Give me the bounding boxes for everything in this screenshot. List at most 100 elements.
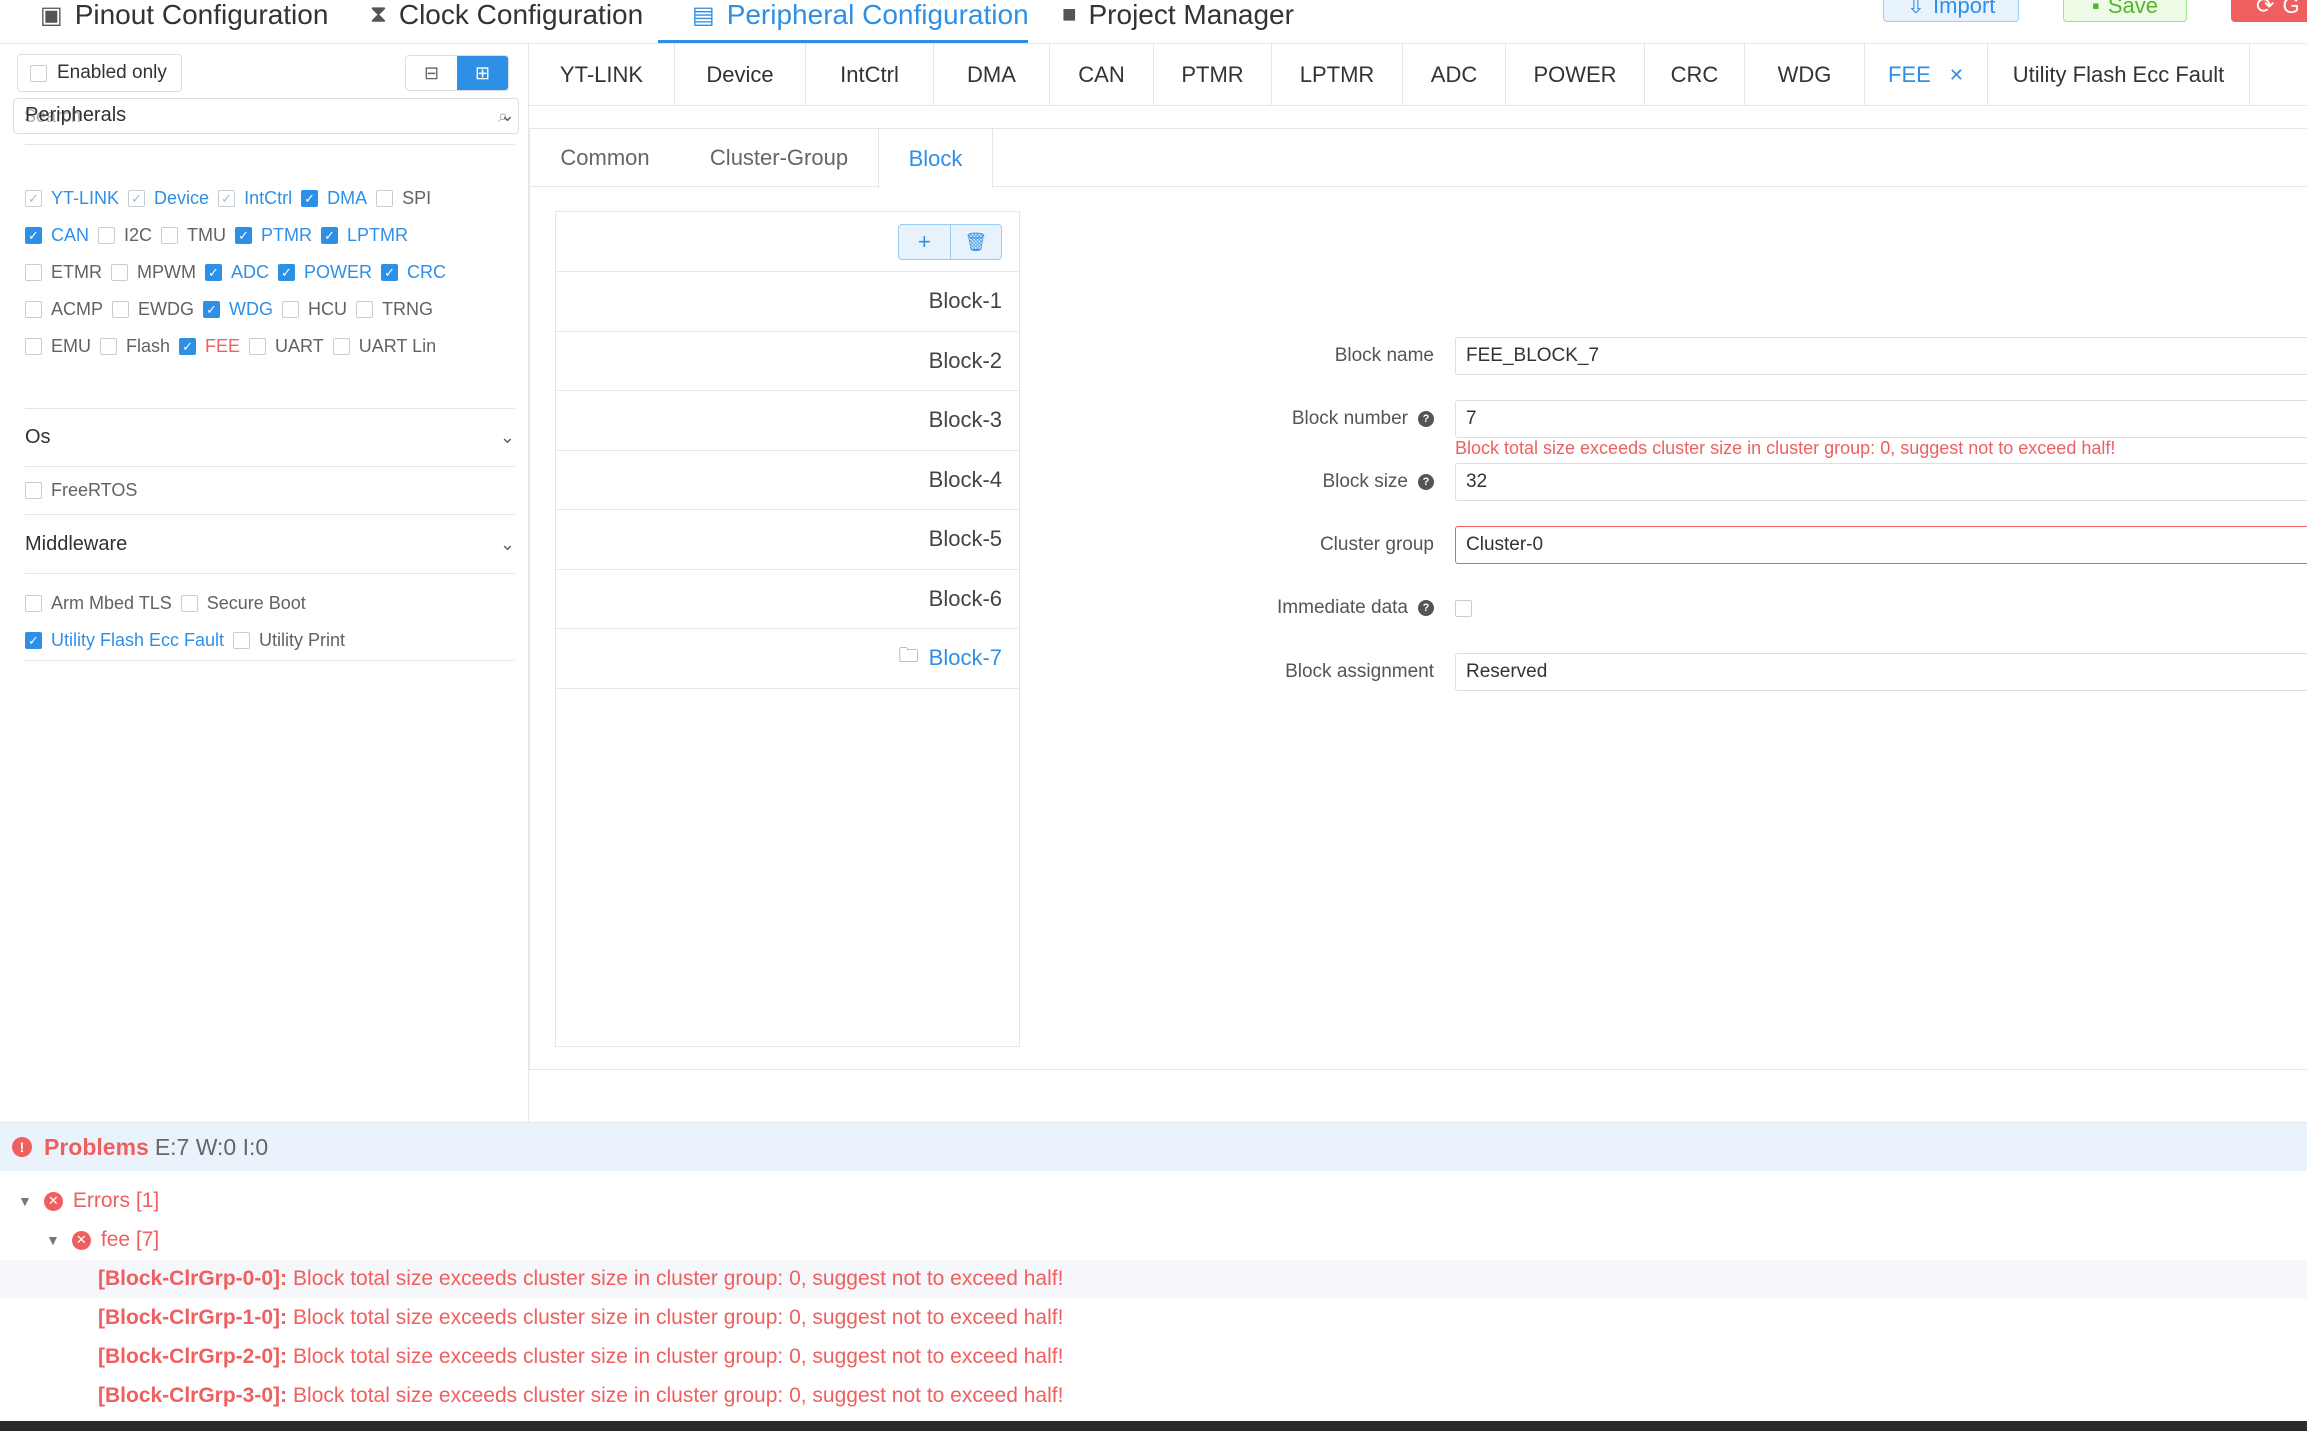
peripherals-section-header[interactable]: Peripherals ⌄	[25, 95, 515, 135]
tab-adc[interactable]: ADC	[1403, 44, 1506, 106]
module-label: HCU	[308, 298, 348, 319]
nav-tab-peripheral[interactable]: ▤ Peripheral Configuration	[692, 0, 1029, 44]
errors-tree-node[interactable]: ▼ ✕ Errors [1]	[18, 1182, 159, 1220]
subtab-block[interactable]: Block	[878, 129, 993, 188]
help-icon[interactable]: ?	[1418, 474, 1434, 490]
block-size-input[interactable]: 32	[1455, 463, 2307, 501]
module-checkbox-wdg[interactable]: ✓ WDG	[203, 299, 273, 320]
block-list-item[interactable]: Block-5	[556, 510, 1019, 570]
module-checkbox-uart-lin[interactable]: UART Lin	[332, 336, 436, 357]
module-checkbox-yt-link[interactable]: ✓ YT-LINK	[25, 188, 119, 209]
block-list-item[interactable]: Block-1	[556, 272, 1019, 332]
module-checkbox-i2c[interactable]: I2C	[98, 225, 152, 246]
block-items: Block-1 Block-2 Block-3 Block-4 Block-5 Block…	[556, 272, 1019, 689]
help-icon[interactable]: ?	[1418, 600, 1434, 616]
tab-crc[interactable]: CRC	[1645, 44, 1745, 106]
module-checkbox-power[interactable]: ✓ POWER	[278, 262, 372, 283]
tab-yt-link[interactable]: YT-LINK	[529, 44, 675, 106]
nav-tab-project[interactable]: ■ Project Manager	[1062, 0, 1294, 44]
os-section-header[interactable]: Os ⌄	[25, 417, 515, 457]
module-label: FreeRTOS	[51, 479, 138, 500]
middleware-section-header[interactable]: Middleware ⌄	[25, 524, 515, 564]
module-checkbox-freertos[interactable]: FreeRTOS	[25, 480, 137, 501]
problems-header[interactable]: ! Problems E:7 W:0 I:0	[0, 1123, 2307, 1171]
module-checkbox-lptmr[interactable]: ✓ LPTMR	[321, 225, 408, 246]
close-icon[interactable]: ✕	[1949, 65, 1964, 86]
module-checkbox-device[interactable]: ✓ Device	[128, 188, 209, 209]
immediate-data-checkbox[interactable]	[1455, 599, 1472, 617]
checkbox-icon	[233, 631, 251, 649]
help-icon[interactable]: ?	[1418, 411, 1434, 427]
module-checkbox-ewdg[interactable]: EWDG	[112, 299, 194, 320]
collapse-view-button[interactable]: ⊟	[406, 56, 457, 90]
module-checkbox-hcu[interactable]: HCU	[282, 299, 347, 320]
tab-can[interactable]: CAN	[1050, 44, 1154, 106]
module-checkbox-can[interactable]: ✓ CAN	[25, 225, 89, 246]
nav-tab-pinout[interactable]: ▣ Pinout Configuration	[40, 0, 328, 44]
module-checkbox-tmu[interactable]: TMU	[161, 225, 226, 246]
module-checkbox-flash[interactable]: Flash	[100, 336, 170, 357]
tab-label: LPTMR	[1299, 62, 1375, 87]
module-checkbox-adc[interactable]: ✓ ADC	[204, 262, 269, 283]
module-checkbox-arm-mbed-tls[interactable]: Arm Mbed TLS	[25, 593, 172, 614]
problem-item[interactable]: [Block-ClrGrp-2-0]: Block total size exce…	[0, 1338, 2307, 1376]
problem-item[interactable]: [Block-ClrGrp-3-0]: Block total size exce…	[0, 1377, 2307, 1415]
problem-item[interactable]: [Block-ClrGrp-0-0]: Block total size exce…	[0, 1260, 2307, 1298]
module-label: EMU	[51, 335, 91, 356]
block-name-input[interactable]: FEE_BLOCK_7	[1455, 337, 2307, 375]
module-checkbox-ptmr[interactable]: ✓ PTMR	[235, 225, 312, 246]
module-checkbox-trng[interactable]: TRNG	[356, 299, 433, 320]
module-checkbox-uart[interactable]: UART	[249, 336, 324, 357]
expand-view-button[interactable]: ⊞	[457, 56, 508, 90]
tab-power[interactable]: POWER	[1506, 44, 1645, 106]
module-checkbox-dma[interactable]: ✓ DMA	[301, 188, 367, 209]
generate-button[interactable]: ⟳ G	[2231, 0, 2307, 22]
module-checkbox-mpwm[interactable]: MPWM	[111, 262, 196, 283]
subtab-cluster-group[interactable]: Cluster-Group	[680, 129, 878, 187]
tab-fee[interactable]: FEE ✕	[1865, 44, 1988, 106]
block-list-item[interactable]: Block-6	[556, 570, 1019, 629]
module-checkbox-utility-print[interactable]: Utility Print	[233, 630, 345, 651]
module-checkbox-acmp[interactable]: ACMP	[25, 299, 103, 320]
fee-tree-node[interactable]: ▼ ✕ fee [7]	[46, 1221, 159, 1259]
block-list-item[interactable]: Block-4	[556, 451, 1019, 510]
module-checkbox-intctrl[interactable]: ✓ IntCtrl	[218, 188, 292, 209]
module-checkbox-spi[interactable]: SPI	[376, 188, 431, 209]
bottom-bar	[0, 1421, 2307, 1431]
subtab-common[interactable]: Common	[530, 129, 680, 187]
clock-icon: ⧗	[370, 1, 387, 28]
checkbox-icon: ✓	[25, 189, 42, 207]
checkbox-icon	[25, 594, 42, 612]
tab-device[interactable]: Device	[675, 44, 806, 106]
module-checkbox-fee[interactable]: ✓ FEE	[179, 336, 240, 357]
problem-item[interactable]: [Block-ClrGrp-1-0]: Block total size exce…	[0, 1299, 2307, 1337]
tab-wdg[interactable]: WDG	[1745, 44, 1865, 106]
cluster-group-select[interactable]: Cluster-0	[1455, 526, 2307, 564]
nav-tab-label: Clock Configuration	[398, 0, 644, 30]
nav-tab-clock[interactable]: ⧗ Clock Configuration	[370, 0, 643, 44]
block-list-item[interactable]: 🗀 Block-7	[556, 629, 1019, 689]
tab-intctrl[interactable]: IntCtrl	[806, 44, 934, 106]
tab-utility-flash-ecc-fault[interactable]: Utility Flash Ecc Fault	[1988, 44, 2250, 106]
module-checkbox-secure-boot[interactable]: Secure Boot	[180, 593, 306, 614]
add-block-button[interactable]: +	[899, 225, 950, 259]
checkbox-row: ACMP EWDG ✓ WDG HCU TRNG	[25, 297, 442, 321]
module-checkbox-utility-flash-ecc-fault[interactable]: ✓ Utility Flash Ecc Fault	[25, 630, 224, 651]
block-number-input[interactable]: 7	[1455, 400, 2307, 438]
module-checkbox-etmr[interactable]: ETMR	[25, 262, 102, 283]
tab-ptmr[interactable]: PTMR	[1154, 44, 1272, 106]
block-list: + 🗑 Block-1 Block-2 Block-3 Block-4 Block-5 B…	[555, 211, 1020, 1047]
module-checkbox-crc[interactable]: ✓ CRC	[381, 262, 446, 283]
delete-block-button[interactable]: 🗑	[949, 225, 1002, 259]
save-button[interactable]: ▪ Save	[2063, 0, 2187, 22]
enabled-only-checkbox[interactable]: Enabled only	[17, 54, 182, 92]
tab-lptmr[interactable]: LPTMR	[1272, 44, 1403, 106]
tab-dma[interactable]: DMA	[934, 44, 1050, 106]
checkbox-icon: ✓	[204, 263, 222, 281]
module-checkbox-emu[interactable]: EMU	[25, 336, 91, 357]
error-icon: ✕	[71, 1230, 91, 1250]
import-button[interactable]: ⇩ Import	[1883, 0, 2019, 22]
block-list-item[interactable]: Block-3	[556, 391, 1019, 451]
block-list-item[interactable]: Block-2	[556, 332, 1019, 391]
block-assignment-select[interactable]: Reserved	[1455, 653, 2307, 691]
